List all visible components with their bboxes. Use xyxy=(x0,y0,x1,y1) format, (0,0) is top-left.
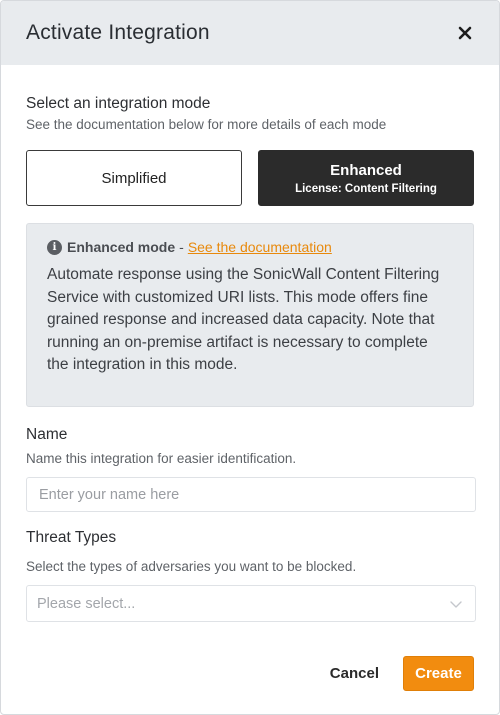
mode-enhanced-button[interactable]: Enhanced License: Content Filtering xyxy=(258,150,474,206)
info-separator: - xyxy=(179,239,184,255)
threat-types-label: Threat Types xyxy=(26,529,117,546)
threat-types-placeholder: Please select... xyxy=(37,595,136,612)
name-field-label: Name xyxy=(26,426,68,443)
dialog-header: Activate Integration xyxy=(1,1,499,65)
dialog-body: Select an integration mode See the docum… xyxy=(1,95,499,622)
threat-types-sublabel: Select the types of adversaries you want… xyxy=(26,559,357,574)
mode-section-sublabel: See the documentation below for more det… xyxy=(26,117,387,132)
activate-integration-dialog: Activate Integration Select an integrati… xyxy=(0,0,500,715)
info-icon: i xyxy=(47,239,62,255)
info-header: i Enhanced mode - See the documentation xyxy=(47,239,453,255)
mode-section-label: Select an integration mode xyxy=(26,95,211,112)
create-button[interactable]: Create xyxy=(403,656,474,691)
dialog-footer: Cancel Create xyxy=(330,656,474,691)
mode-info-panel: i Enhanced mode - See the documentation … xyxy=(26,223,474,407)
cancel-button[interactable]: Cancel xyxy=(330,665,379,682)
close-icon xyxy=(458,26,472,40)
chevron-down-icon xyxy=(450,600,462,608)
name-input[interactable] xyxy=(26,477,476,512)
mode-enhanced-label: Enhanced xyxy=(330,161,402,179)
documentation-link[interactable]: See the documentation xyxy=(188,239,332,255)
mode-simplified-button[interactable]: Simplified xyxy=(26,150,242,206)
dialog-title: Activate Integration xyxy=(26,21,210,44)
mode-selector: Simplified Enhanced License: Content Fil… xyxy=(26,150,474,206)
info-title: Enhanced mode xyxy=(67,239,176,255)
mode-simplified-label: Simplified xyxy=(101,169,167,187)
threat-types-select[interactable]: Please select... xyxy=(26,585,476,622)
info-description: Automate response using the SonicWall Co… xyxy=(47,266,440,374)
mode-enhanced-license: License: Content Filtering xyxy=(295,182,437,195)
name-field-sublabel: Name this integration for easier identif… xyxy=(26,451,297,466)
close-button[interactable] xyxy=(455,23,475,43)
